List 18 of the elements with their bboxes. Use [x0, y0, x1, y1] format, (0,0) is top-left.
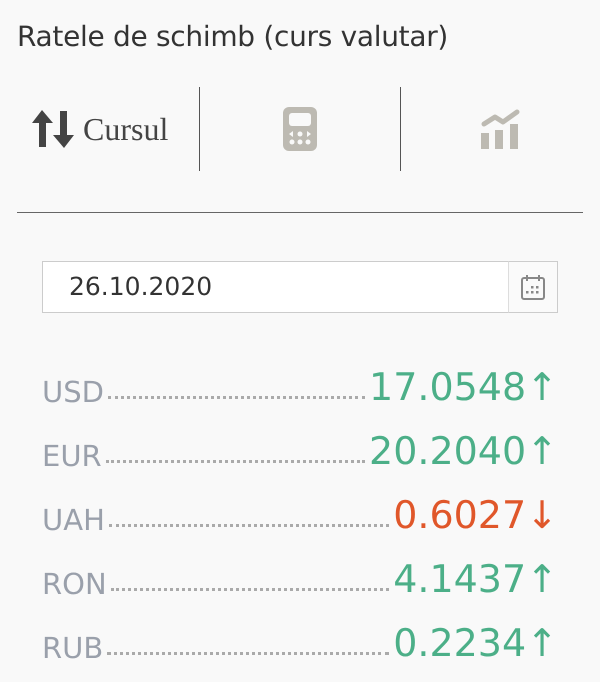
currency-code: RUB: [42, 633, 104, 665]
exchange-rate: 20.2040↑: [369, 431, 558, 473]
calculator-icon: [282, 107, 317, 151]
exchange-rate: 17.0548↑: [369, 367, 558, 409]
currency-code: RON: [42, 569, 107, 601]
currency-code: UAH: [42, 505, 105, 537]
calendar-icon: [520, 273, 546, 301]
exchange-rate: 4.1437↑: [393, 559, 558, 601]
up-down-arrows-icon: [30, 109, 75, 149]
currency-code: USD: [42, 377, 104, 409]
calendar-button[interactable]: [508, 261, 558, 313]
bar-chart-icon: [479, 108, 522, 150]
date-field[interactable]: 26.10.2020: [42, 261, 508, 313]
exchange-rate: 0.2234↑: [393, 623, 558, 665]
currency-code: EUR: [42, 441, 102, 473]
exchange-rate: 0.6027↓: [393, 495, 558, 537]
tab[interactable]: Cursul: [0, 86, 200, 172]
page-title: Ratele de schimb (curs valutar): [17, 19, 450, 55]
